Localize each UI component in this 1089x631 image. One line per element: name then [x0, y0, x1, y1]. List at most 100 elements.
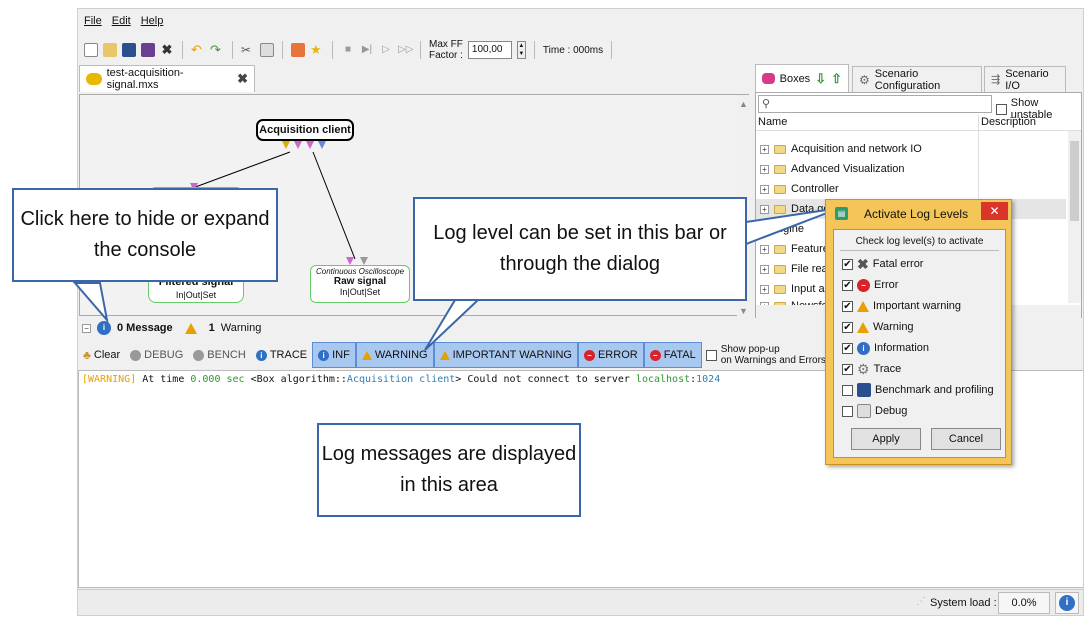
checkbox[interactable]	[996, 103, 1007, 115]
info-icon: i	[1059, 595, 1075, 611]
comment-icon[interactable]	[291, 43, 305, 57]
fast-forward-icon[interactable]: ▷▷	[398, 43, 413, 57]
toggle-error[interactable]: − ERROR	[577, 342, 644, 368]
callout-log-level: Log level can be set in this bar or thro…	[413, 197, 747, 301]
check-debug[interactable]: Debug	[842, 401, 907, 421]
search-input[interactable]: ⚲	[758, 95, 992, 113]
toggle-info[interactable]: i INF	[312, 342, 356, 368]
check-trace[interactable]: ✔ ⚙ Trace	[842, 359, 901, 379]
column-description[interactable]: Description	[981, 116, 1036, 128]
checkbox[interactable]	[705, 349, 717, 361]
toolbar-separator	[611, 41, 613, 59]
cut-icon[interactable]: ✂	[241, 43, 255, 57]
dialog-title: Activate Log Levels	[864, 207, 969, 221]
toolbar-separator	[282, 41, 283, 59]
scroll-up-icon[interactable]: ▲	[739, 99, 748, 109]
check-error[interactable]: ✔ − Error	[842, 275, 898, 295]
checkbox[interactable]: ✔	[842, 321, 853, 333]
open-folder-icon[interactable]	[103, 43, 117, 57]
close-dialog-icon[interactable]: ✕	[981, 202, 1008, 220]
apply-button[interactable]: Apply	[851, 428, 921, 450]
step-icon[interactable]: ▶|	[360, 43, 374, 57]
tab-boxes[interactable]: Boxes ⇩ ⇧	[755, 64, 849, 92]
box-raw-signal[interactable]: Continuous Oscilloscope Raw signal In|Ou…	[310, 265, 410, 303]
play-icon[interactable]: ▷	[379, 43, 393, 57]
show-popup-checkbox[interactable]: Show pop-up on Warnings and Errors	[705, 344, 826, 366]
clear-button[interactable]: ♣ Clear	[78, 342, 125, 368]
undo-icon[interactable]: ↶	[191, 43, 205, 57]
toggle-debug[interactable]: DEBUG	[125, 342, 188, 368]
fatal-icon: −	[649, 349, 661, 361]
star-icon[interactable]: ★	[310, 43, 324, 57]
folder-icon	[774, 164, 786, 174]
tab-scenario[interactable]: test-acquisition-signal.mxs ✖	[79, 65, 255, 92]
maxff-spinner[interactable]: ▲ ▼	[516, 41, 526, 59]
warning-count: 1	[208, 322, 215, 334]
error-icon: −	[857, 278, 870, 292]
output-pin	[318, 141, 326, 149]
close-tab-icon[interactable]: ✖	[237, 71, 248, 87]
checkbox[interactable]: ✔	[842, 342, 853, 354]
system-load-value: 0.0%	[998, 592, 1050, 614]
tree-item-engine[interactable]: ...gine	[774, 219, 804, 239]
toggle-important-warning[interactable]: IMPORTANT WARNING	[433, 342, 578, 368]
check-important-warning[interactable]: ✔ Important warning	[842, 296, 961, 316]
time-readout: Time : 000ms	[542, 44, 604, 56]
checkbox[interactable]	[842, 405, 853, 417]
redo-icon[interactable]: ↷	[210, 43, 224, 57]
upload-icon[interactable]: ⇧	[831, 71, 842, 87]
tree-item-advanced-visualization[interactable]: + Advanced Visualization	[760, 159, 905, 179]
toggle-fatal[interactable]: − FATAL	[643, 342, 702, 368]
check-fatal-error[interactable]: ✔ ✖ Fatal error	[842, 254, 923, 274]
link-line	[189, 151, 291, 190]
download-icon[interactable]: ⇩	[815, 71, 826, 87]
menu-bar: File Edit Help	[84, 15, 173, 27]
menu-file[interactable]: File	[84, 15, 102, 27]
about-button[interactable]: i	[1055, 592, 1079, 614]
cancel-button[interactable]: Cancel	[931, 428, 1001, 450]
column-name[interactable]: Name	[758, 116, 787, 128]
app-icon: ▤	[835, 207, 848, 220]
menu-help[interactable]: Help	[141, 15, 164, 27]
tree-item-acquisition[interactable]: + Acquisition and network IO	[760, 139, 922, 159]
debug-icon	[130, 349, 142, 361]
save-icon[interactable]	[122, 43, 136, 57]
collapse-console-icon[interactable]: −	[82, 323, 91, 333]
warning-icon	[361, 350, 372, 360]
activate-log-levels-dialog: ▤ Activate Log Levels ✕ Check log level(…	[825, 199, 1012, 465]
save-as-icon[interactable]	[141, 43, 155, 57]
checkbox[interactable]: ✔	[842, 279, 853, 291]
stop-icon[interactable]: ■	[341, 43, 355, 57]
checkbox[interactable]: ✔	[842, 363, 853, 375]
toolbar-separator	[332, 41, 333, 59]
tab-scenario-configuration[interactable]: ⚙ Scenario Configuration	[852, 66, 982, 92]
tab-scenario-io[interactable]: ⇶ Scenario I/O	[984, 66, 1066, 92]
info-icon: i	[97, 321, 111, 335]
tree-item-controller[interactable]: + Controller	[760, 179, 839, 199]
toolbar: ✖ ↶ ↷ ✂ ★ ■ ▶| ▷ ▷▷ Max FF Factor : 100,…	[84, 39, 615, 61]
boxes-icon	[762, 73, 775, 84]
checkbox[interactable]: ✔	[842, 300, 853, 312]
folder-icon	[774, 284, 786, 294]
toolbar-separator	[420, 41, 421, 59]
checkbox[interactable]	[842, 384, 853, 396]
toggle-bench[interactable]: BENCH	[188, 342, 251, 368]
maxff-input[interactable]: 100,00	[467, 41, 512, 59]
trace-gear-icon: ⚙	[857, 360, 870, 377]
scroll-down-icon[interactable]: ▼	[739, 306, 748, 316]
scrollbar-thumb[interactable]	[1070, 141, 1079, 221]
tree-scrollbar[interactable]	[1068, 131, 1081, 303]
edit-icon[interactable]	[260, 43, 274, 57]
folder-icon	[774, 204, 786, 214]
check-benchmark[interactable]: Benchmark and profiling	[842, 380, 994, 400]
box-acquisition-client[interactable]: Acquisition client	[256, 119, 354, 141]
toggle-trace[interactable]: i TRACE	[251, 342, 312, 368]
menu-edit[interactable]: Edit	[112, 15, 131, 27]
check-information[interactable]: ✔ i Information	[842, 338, 929, 358]
toggle-warning[interactable]: WARNING	[355, 342, 434, 368]
check-warning[interactable]: ✔ Warning	[842, 317, 914, 337]
close-icon[interactable]: ✖	[160, 43, 174, 57]
checkbox[interactable]: ✔	[842, 258, 853, 270]
info-icon: i	[318, 349, 330, 361]
new-file-icon[interactable]	[84, 43, 98, 57]
